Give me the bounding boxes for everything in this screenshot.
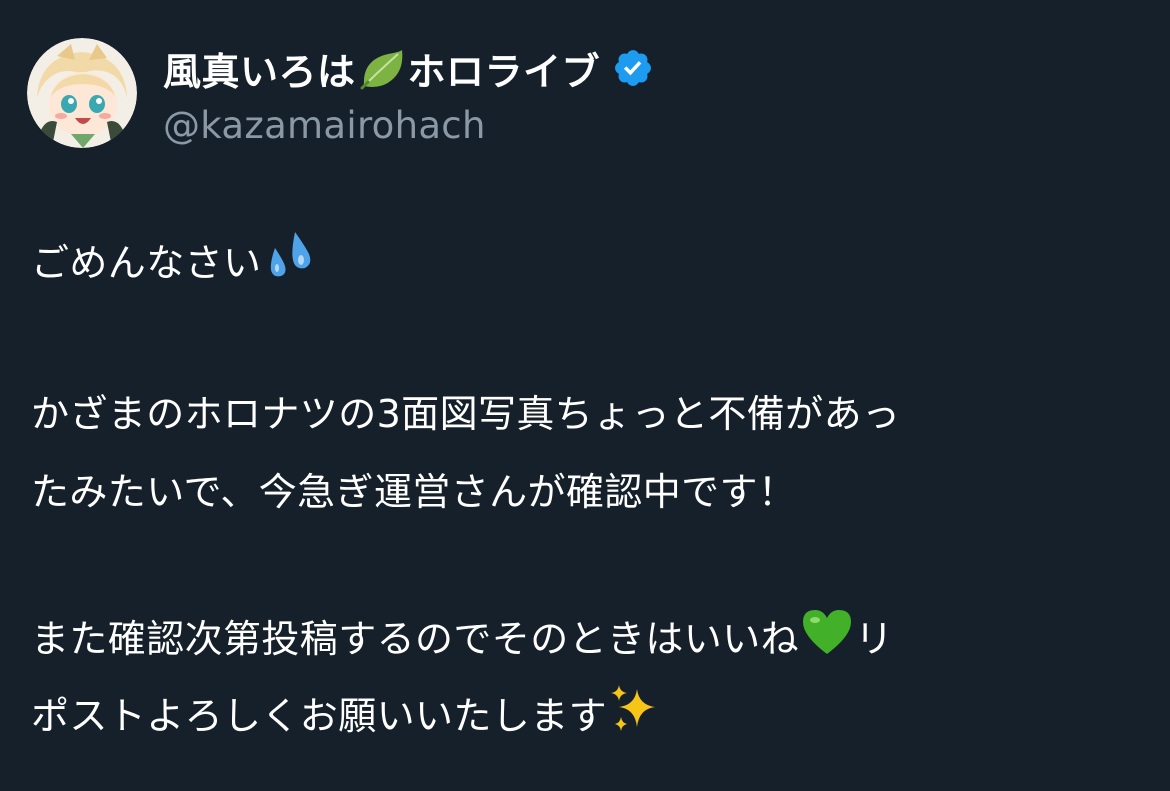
tweet-text-line1: ごめんなさい: [31, 241, 262, 285]
tweet-text-line4b: リ: [855, 617, 894, 661]
tweet-line-3: たみたいで、今急ぎ運営さんが確認中です！: [31, 470, 797, 514]
user-handle[interactable]: @kazamairohach: [163, 104, 654, 147]
verified-badge-icon: [612, 47, 654, 89]
tweet-line-4: また確認次第投稿するのでそのときはいいね リ: [31, 604, 893, 663]
tweet-card: 風真いろは ホロライブ @kazamairohach ごめんなさい かざまのホロ…: [0, 0, 1170, 791]
user-names: 風真いろは ホロライブ @kazamairohach: [163, 42, 654, 147]
sparkles-icon: [607, 681, 663, 737]
green-heart-icon: [799, 604, 855, 660]
tweet-line-1: ごめんなさい: [31, 228, 317, 287]
display-name-row[interactable]: 風真いろは ホロライブ: [163, 42, 654, 94]
avatar[interactable]: [27, 38, 137, 148]
leaf-emoji-icon: [358, 46, 406, 90]
tweet-text-line5: ポストよろしくお願いいたします: [31, 694, 608, 738]
tweet-text-line4a: また確認次第投稿するのでそのときはいいね: [31, 617, 800, 661]
display-name-part2: ホロライブ: [407, 49, 601, 94]
tweet-line-2: かざまのホロナツの3面図写真ちょっと不備があっ: [31, 392, 901, 436]
display-name-part1: 風真いろは: [163, 49, 356, 94]
tweet-header: 風真いろは ホロライブ @kazamairohach: [27, 38, 654, 148]
sweat-droplets-icon: [261, 228, 317, 284]
tweet-line-5: ポストよろしくお願いいたします: [31, 681, 663, 740]
